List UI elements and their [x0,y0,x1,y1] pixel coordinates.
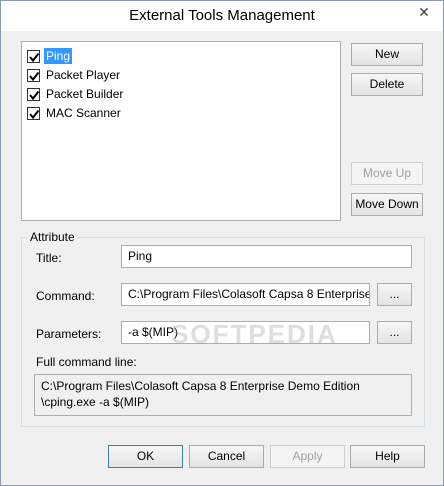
list-item-label: Packet Player [46,68,121,82]
command-label: Command: [36,289,95,303]
list-item[interactable]: MAC Scanner [27,104,123,122]
checkbox-mac-scanner[interactable] [27,106,40,120]
external-tools-dialog: External Tools Management ✕ Ping Packet … [0,0,444,486]
apply-button[interactable]: Apply [270,445,345,468]
new-button[interactable]: New [351,43,423,66]
title-input[interactable]: Ping [121,245,412,268]
list-item-label: Ping [44,48,73,64]
delete-button[interactable]: Delete [351,73,423,96]
checkbox-ping[interactable] [27,49,40,63]
cancel-button[interactable]: Cancel [189,445,264,468]
list-item[interactable]: Ping [27,47,73,65]
ok-button[interactable]: OK [108,445,183,468]
full-command-line-text: C:\Program Files\Colasoft Capsa 8 Enterp… [41,379,360,393]
checkbox-packet-builder[interactable] [27,87,40,101]
attribute-group-label: Attribute [27,230,78,244]
parameters-input[interactable]: -a $(MIP) [121,321,370,344]
window-title: External Tools Management [129,7,315,24]
command-browse-button[interactable]: ... [377,283,412,306]
title-label: Title: [36,251,62,265]
checkbox-packet-player[interactable] [27,68,40,82]
parameters-label: Parameters: [36,327,102,341]
help-button[interactable]: Help [350,445,425,468]
list-item-label: MAC Scanner [46,106,121,120]
move-down-button[interactable]: Move Down [351,193,423,216]
command-input[interactable]: C:\Program Files\Colasoft Capsa 8 Enterp… [121,283,370,306]
title-bar: External Tools Management ✕ [1,1,443,31]
full-command-line-label: Full command line: [36,355,137,369]
full-command-line-text: \cping.exe -a $(MIP) [41,395,150,409]
list-item[interactable]: Packet Builder [27,85,125,103]
tools-list[interactable]: Ping Packet Player Packet Builder MAC Sc… [21,41,341,221]
move-up-button[interactable]: Move Up [351,162,423,185]
close-icon[interactable]: ✕ [411,3,437,21]
list-item-label: Packet Builder [46,87,124,101]
list-item[interactable]: Packet Player [27,66,122,84]
parameters-browse-button[interactable]: ... [377,321,412,344]
full-command-line-box: C:\Program Files\Colasoft Capsa 8 Enterp… [34,374,412,416]
